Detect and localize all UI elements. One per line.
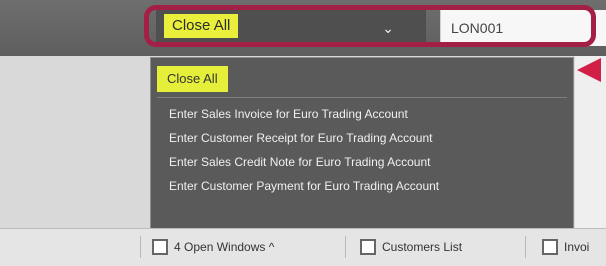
- taskbar-customers-list-label: Customers List: [382, 240, 463, 254]
- callout-highlight-box: [144, 5, 596, 47]
- action-dropdown-menu: Close All Enter Sales Invoice for Euro T…: [150, 57, 574, 229]
- menu-item-enter-sales-credit-note[interactable]: Enter Sales Credit Note for Euro Trading…: [151, 150, 573, 174]
- menu-item-enter-customer-payment[interactable]: Enter Customer Payment for Euro Trading …: [151, 174, 573, 198]
- taskbar-divider: [140, 236, 141, 258]
- menu-item-close-all[interactable]: Close All: [157, 66, 228, 92]
- taskbar-open-windows[interactable]: 4 Open Windows ^: [152, 236, 274, 258]
- callout-arrow-icon: [577, 58, 601, 82]
- taskbar-open-windows-label: 4 Open Windows ^: [174, 240, 275, 254]
- menu-separator: [157, 97, 567, 98]
- taskbar: 4 Open Windows ^ Customers List Invoi: [0, 228, 606, 266]
- invoice-window-icon: [542, 239, 558, 255]
- menu-item-enter-customer-receipt[interactable]: Enter Customer Receipt for Euro Trading …: [151, 126, 573, 150]
- taskbar-divider: [525, 236, 526, 258]
- taskbar-invoice-label: Invoi: [564, 240, 590, 254]
- taskbar-customers-list[interactable]: Customers List: [360, 236, 462, 258]
- list-window-icon: [360, 239, 376, 255]
- taskbar-invoice[interactable]: Invoi: [542, 236, 589, 258]
- menu-item-enter-sales-invoice[interactable]: Enter Sales Invoice for Euro Trading Acc…: [151, 102, 573, 126]
- open-windows-icon: [152, 239, 168, 255]
- menu-list: Enter Sales Invoice for Euro Trading Acc…: [151, 102, 573, 198]
- taskbar-divider: [345, 236, 346, 258]
